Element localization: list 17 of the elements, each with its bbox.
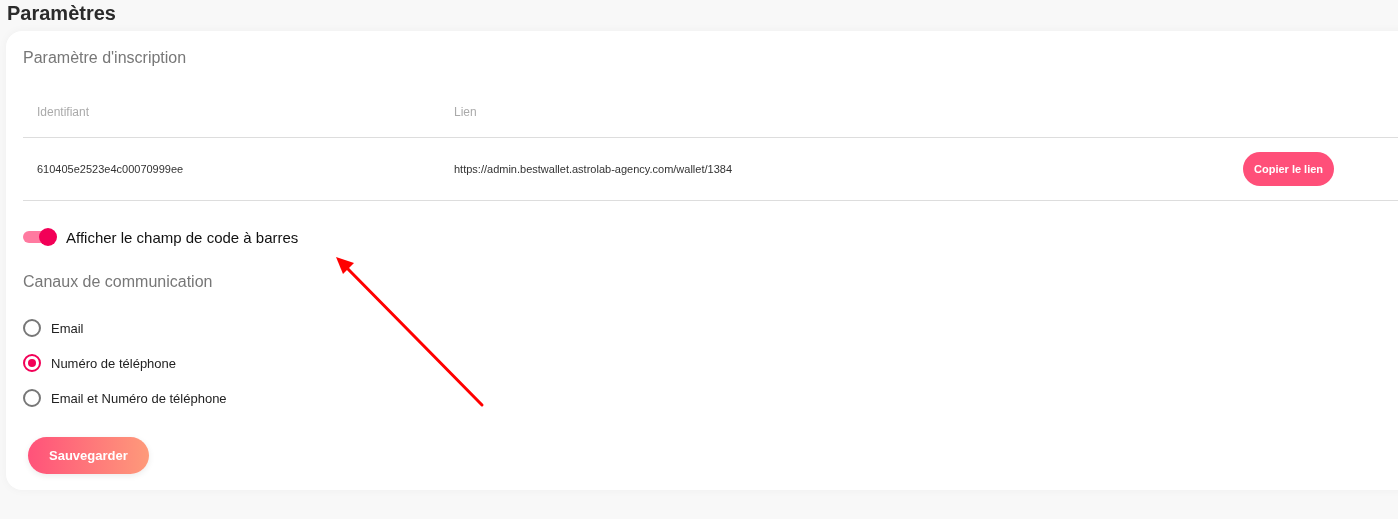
radio-label: Email — [51, 320, 84, 336]
toggle-label: Afficher le champ de code à barres — [66, 228, 299, 246]
toggle-switch[interactable] — [23, 227, 57, 247]
copy-link-button[interactable]: Copier le lien — [1243, 152, 1335, 186]
column-header: Lien — [440, 87, 1229, 138]
radio-label: Email et Numéro de téléphone — [51, 390, 227, 406]
column-header: Identifiant — [23, 87, 440, 138]
section-title: Canaux de communication — [23, 273, 214, 292]
radio-button[interactable] — [23, 319, 41, 337]
page-title: Paramètres — [7, 1, 117, 26]
link-cell: https://admin.bestwallet.astrolab-agency.com/wallet/1384 — [440, 137, 1229, 201]
identifier-cell: 610405e2523e4c00070999ee — [23, 137, 440, 201]
radio-button[interactable] — [23, 354, 41, 372]
section-title: Paramètre d'inscription — [23, 49, 188, 68]
radio-label: Numéro de téléphone — [51, 355, 177, 371]
save-button[interactable]: Sauvegarder — [28, 437, 149, 474]
radio-button[interactable] — [23, 389, 41, 407]
